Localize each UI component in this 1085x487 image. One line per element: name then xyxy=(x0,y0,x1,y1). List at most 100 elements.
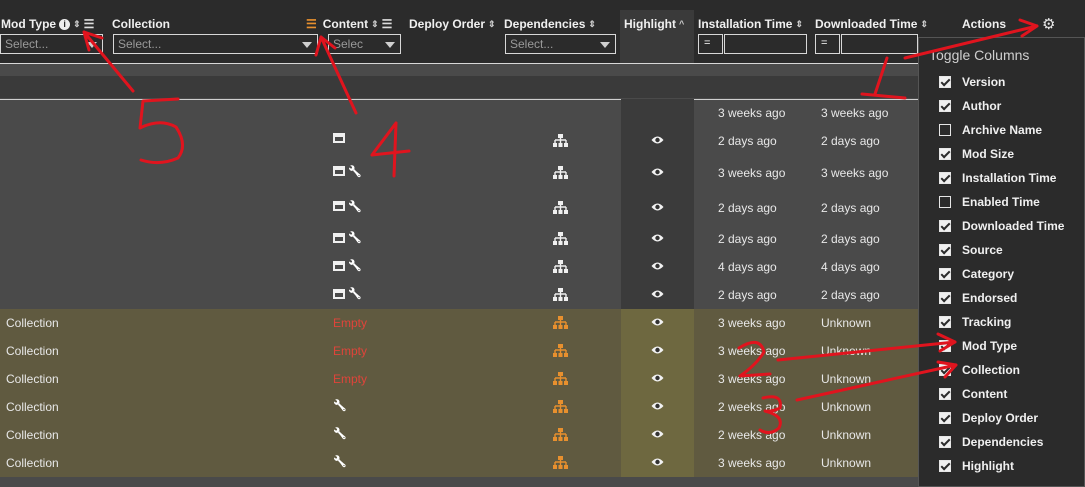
table-row[interactable]: 🔧 2 days ago 2 days ago xyxy=(0,281,918,309)
eye-icon[interactable] xyxy=(651,288,664,302)
toggle-option[interactable]: Downloaded Time xyxy=(939,219,1064,233)
toggle-option[interactable]: Endorsed xyxy=(939,291,1017,305)
gear-icon[interactable]: ⚙ xyxy=(1042,15,1055,33)
dependency-icon[interactable] xyxy=(553,232,568,248)
checkbox[interactable] xyxy=(939,292,951,304)
checkbox[interactable] xyxy=(939,364,951,376)
dependency-icon[interactable] xyxy=(553,456,568,472)
table-row[interactable]: 2 days ago 2 days ago xyxy=(0,127,918,155)
table-row[interactable]: 🔧 2 days ago 2 days ago xyxy=(0,190,918,225)
toggle-option[interactable]: Category xyxy=(939,267,1014,281)
checkbox[interactable] xyxy=(939,244,951,256)
collection-filter-select[interactable]: Select... xyxy=(113,34,318,54)
table-row[interactable]: Collection Empty 3 weeks ago Unknown xyxy=(0,365,918,393)
toggle-option[interactable]: Mod Type xyxy=(939,339,1017,353)
toggle-option[interactable]: Content xyxy=(939,387,1007,401)
eye-icon[interactable] xyxy=(651,456,664,470)
toggle-option[interactable]: Author xyxy=(939,99,1001,113)
checkbox[interactable] xyxy=(939,76,951,88)
eye-icon[interactable] xyxy=(651,232,664,246)
eye-icon[interactable] xyxy=(651,344,664,358)
eye-icon[interactable] xyxy=(651,316,664,330)
dependency-icon[interactable] xyxy=(553,344,568,360)
col-header-deploy-order[interactable]: Deploy Order ⇕ xyxy=(409,14,496,34)
col-header-mod-type[interactable]: Mod Type i ⇕ ☰ xyxy=(1,14,94,34)
col-header-highlight[interactable]: Highlight ^ xyxy=(624,14,684,34)
eye-icon[interactable] xyxy=(651,134,664,148)
installation-time-operator[interactable]: = xyxy=(698,34,723,54)
checkbox[interactable] xyxy=(939,316,951,328)
downloaded-time-input[interactable] xyxy=(841,34,918,54)
toggle-option[interactable]: Collection xyxy=(939,363,1020,377)
checkbox[interactable] xyxy=(939,268,951,280)
checkbox[interactable] xyxy=(939,124,951,136)
toggle-option[interactable]: Version xyxy=(939,75,1005,89)
dependency-icon[interactable] xyxy=(553,288,568,304)
table-row[interactable]: 🔧 4 days ago 4 days ago xyxy=(0,253,918,281)
toggle-option[interactable]: Tracking xyxy=(939,315,1011,329)
dependency-icon[interactable] xyxy=(553,400,568,416)
toggle-option[interactable]: Source xyxy=(939,243,1003,257)
checkbox[interactable] xyxy=(939,340,951,352)
table-row[interactable]: Collection 🔧 2 weeks ago Unknown xyxy=(0,421,918,449)
sort-ascending-icon[interactable]: ^ xyxy=(679,19,684,29)
dependency-icon[interactable] xyxy=(553,165,568,182)
eye-icon[interactable] xyxy=(651,400,664,414)
content-filter-select[interactable]: Selec xyxy=(328,34,401,54)
table-row[interactable]: Collection Empty 3 weeks ago Unknown xyxy=(0,337,918,365)
checkbox[interactable] xyxy=(939,172,951,184)
list-icon[interactable]: ☰ xyxy=(382,17,393,31)
toggle-option[interactable]: Highlight xyxy=(939,459,1014,473)
list-icon[interactable]: ☰ xyxy=(84,17,95,31)
col-header-content-group[interactable]: ☰ Content ⇕ ☰ xyxy=(306,14,392,34)
toggle-option[interactable]: Installation Time xyxy=(939,171,1056,185)
sort-icon[interactable]: ⇕ xyxy=(488,19,496,30)
dependency-icon[interactable] xyxy=(553,372,568,388)
col-header-downloaded-time[interactable]: Downloaded Time ⇕ xyxy=(815,14,928,34)
eye-icon[interactable] xyxy=(651,260,664,274)
sort-icon[interactable]: ⇕ xyxy=(588,19,596,30)
list-icon[interactable]: ☰ xyxy=(306,17,317,31)
toggle-option[interactable]: Deploy Order xyxy=(939,411,1038,425)
checkbox[interactable] xyxy=(939,436,951,448)
sort-icon[interactable]: ⇕ xyxy=(73,19,81,30)
toggle-option[interactable]: Enabled Time xyxy=(939,195,1040,209)
installation-time-cell: 3 weeks ago xyxy=(718,165,786,180)
col-header-installation-time[interactable]: Installation Time ⇕ xyxy=(698,14,803,34)
toggle-option[interactable]: Dependencies xyxy=(939,435,1043,449)
mod-type-filter-select[interactable]: Select... xyxy=(0,34,103,54)
eye-icon[interactable] xyxy=(651,372,664,386)
dependency-icon[interactable] xyxy=(553,428,568,444)
checkbox[interactable] xyxy=(939,460,951,472)
installation-time-input[interactable] xyxy=(724,34,807,54)
checkbox[interactable] xyxy=(939,148,951,160)
checkbox[interactable] xyxy=(939,388,951,400)
checkbox[interactable] xyxy=(939,220,951,232)
toggle-option[interactable]: Archive Name xyxy=(939,123,1042,137)
toggle-option[interactable]: Mod Size xyxy=(939,147,1014,161)
sort-icon[interactable]: ⇕ xyxy=(371,19,379,30)
dependency-icon[interactable] xyxy=(553,260,568,276)
dependency-icon[interactable] xyxy=(553,200,568,217)
table-row[interactable]: Collection Empty 3 weeks ago Unknown xyxy=(0,309,918,337)
dependency-icon[interactable] xyxy=(553,134,568,150)
sort-icon[interactable]: ⇕ xyxy=(920,19,928,30)
checkbox[interactable] xyxy=(939,100,951,112)
table-row[interactable]: Collection 🔧 2 weeks ago Unknown xyxy=(0,393,918,421)
downloaded-time-operator[interactable]: = xyxy=(815,34,840,54)
checkbox[interactable] xyxy=(939,196,951,208)
eye-icon[interactable] xyxy=(651,166,664,180)
col-header-collection[interactable]: Collection xyxy=(112,14,170,34)
col-header-dependencies[interactable]: Dependencies ⇕ xyxy=(504,14,596,34)
sort-icon[interactable]: ⇕ xyxy=(795,19,803,30)
eye-icon[interactable] xyxy=(651,428,664,442)
dependency-icon[interactable] xyxy=(553,316,568,332)
table-row[interactable]: Collection 🔧 3 weeks ago Unknown xyxy=(0,449,918,477)
info-icon[interactable]: i xyxy=(59,18,71,30)
table-row[interactable]: 🔧 2 days ago 2 days ago xyxy=(0,225,918,253)
table-row[interactable]: 🔧 3 weeks ago 3 weeks ago xyxy=(0,155,918,190)
dependencies-filter-select[interactable]: Select... xyxy=(505,34,616,54)
eye-icon[interactable] xyxy=(651,201,664,215)
table-row[interactable]: 3 weeks ago 3 weeks ago xyxy=(0,99,918,127)
checkbox[interactable] xyxy=(939,412,951,424)
